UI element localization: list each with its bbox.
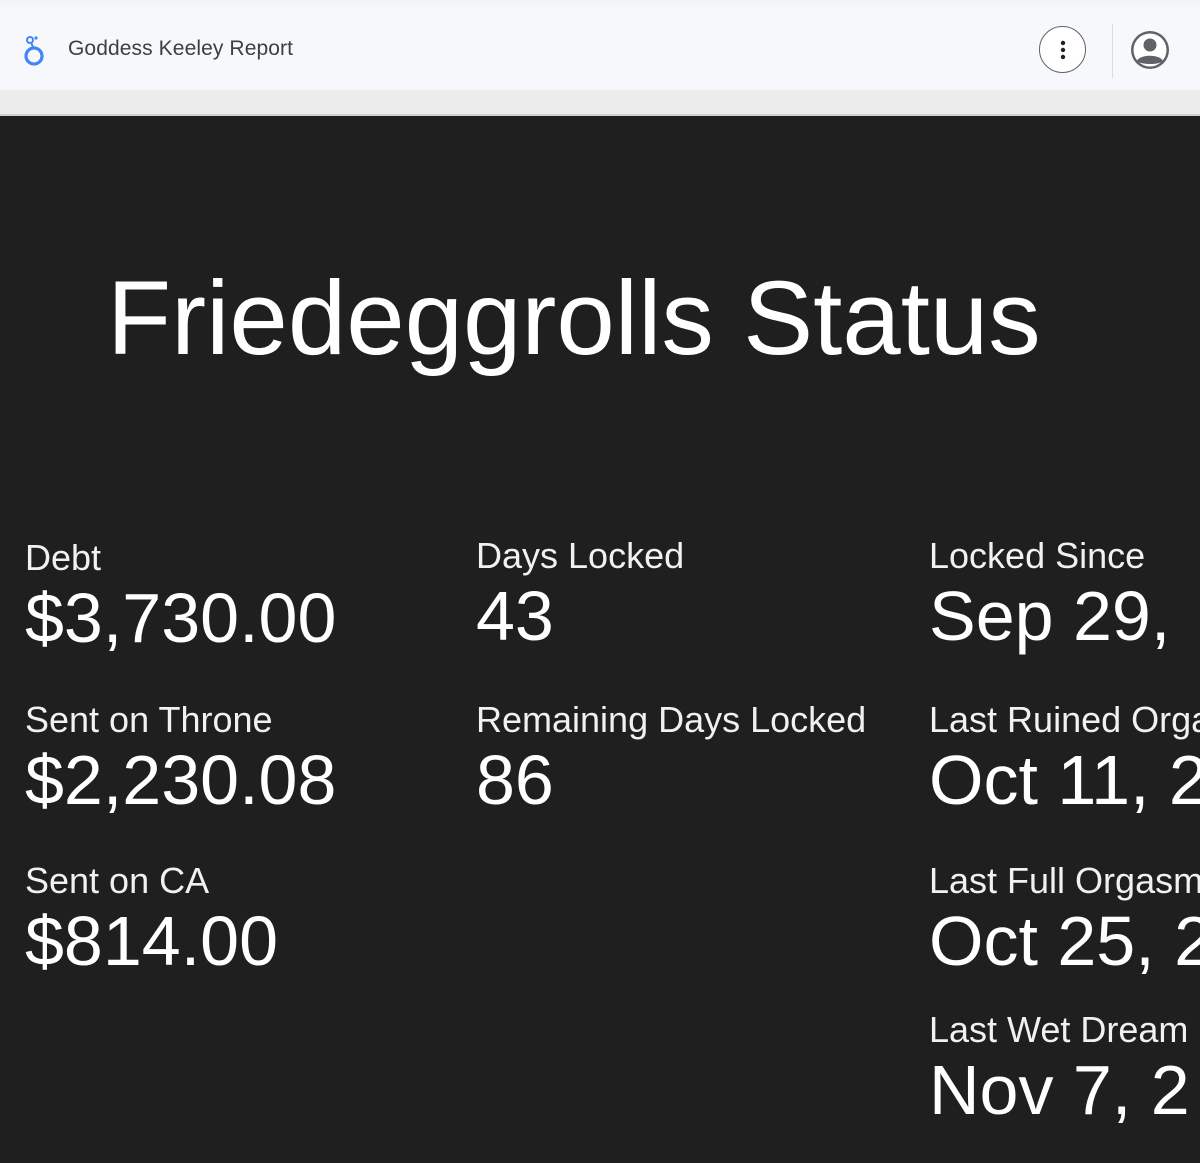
scorecard-debt[interactable]: Debt $3,730.00: [25, 538, 336, 658]
header-divider: [1112, 24, 1113, 78]
scorecard-label: Last Wet Dream: [929, 1009, 1189, 1050]
scorecard-value: $814.00: [25, 902, 279, 980]
more-options-button[interactable]: [1039, 26, 1086, 73]
scorecard-remaining-days-locked[interactable]: Remaining Days Locked 86: [476, 700, 866, 820]
app-title: Goddess Keeley Report: [68, 37, 294, 60]
scorecard-value: Oct 11, 2: [929, 741, 1200, 819]
scorecard-last-full-orgasm[interactable]: Last Full Orgasm Oct 25, 2: [929, 861, 1200, 981]
scorecard-label: Last Full Orgasm: [929, 860, 1200, 901]
scorecard-label: Debt: [25, 537, 102, 578]
scorecard-last-wet-dream[interactable]: Last Wet Dream Nov 7, 2: [929, 1010, 1190, 1130]
scorecard-last-ruined-orgasm[interactable]: Last Ruined Orga Oct 11, 2: [929, 700, 1200, 820]
report-toolbar: [0, 90, 1200, 116]
scorecard-label: Days Locked: [476, 535, 685, 576]
looker-studio-logo-icon[interactable]: [22, 35, 46, 67]
app-header: Goddess Keeley Report: [0, 0, 1200, 90]
scorecard-label: Locked Since: [929, 535, 1146, 576]
account-circle-icon[interactable]: [1130, 30, 1170, 70]
scorecard-sent-on-ca[interactable]: Sent on CA $814.00: [25, 861, 278, 981]
scorecard-value: Nov 7, 2: [929, 1051, 1190, 1129]
scorecard-value: Oct 25, 2: [929, 902, 1200, 980]
report-canvas: Friedeggrolls Status Debt $3,730.00 Sent…: [0, 116, 1200, 1163]
scorecard-label: Sent on Throne: [25, 699, 273, 740]
scorecard-value: $3,730.00: [25, 579, 337, 657]
scorecard-label: Last Ruined Orga: [929, 699, 1200, 740]
report-title: Friedeggrolls Status: [107, 260, 1041, 377]
scorecard-sent-on-throne[interactable]: Sent on Throne $2,230.08: [25, 700, 336, 820]
scorecard-label: Sent on CA: [25, 860, 210, 901]
scorecard-value: Sep 29,: [929, 577, 1171, 655]
more-vertical-icon: [1060, 40, 1065, 59]
scorecard-label: Remaining Days Locked: [476, 699, 867, 740]
scorecard-days-locked[interactable]: Days Locked 43: [476, 536, 684, 656]
scorecard-value: 86: [476, 741, 554, 819]
scorecard-value: 43: [476, 577, 554, 655]
scorecard-value: $2,230.08: [25, 741, 337, 819]
scorecard-locked-since[interactable]: Locked Since Sep 29,: [929, 536, 1170, 656]
